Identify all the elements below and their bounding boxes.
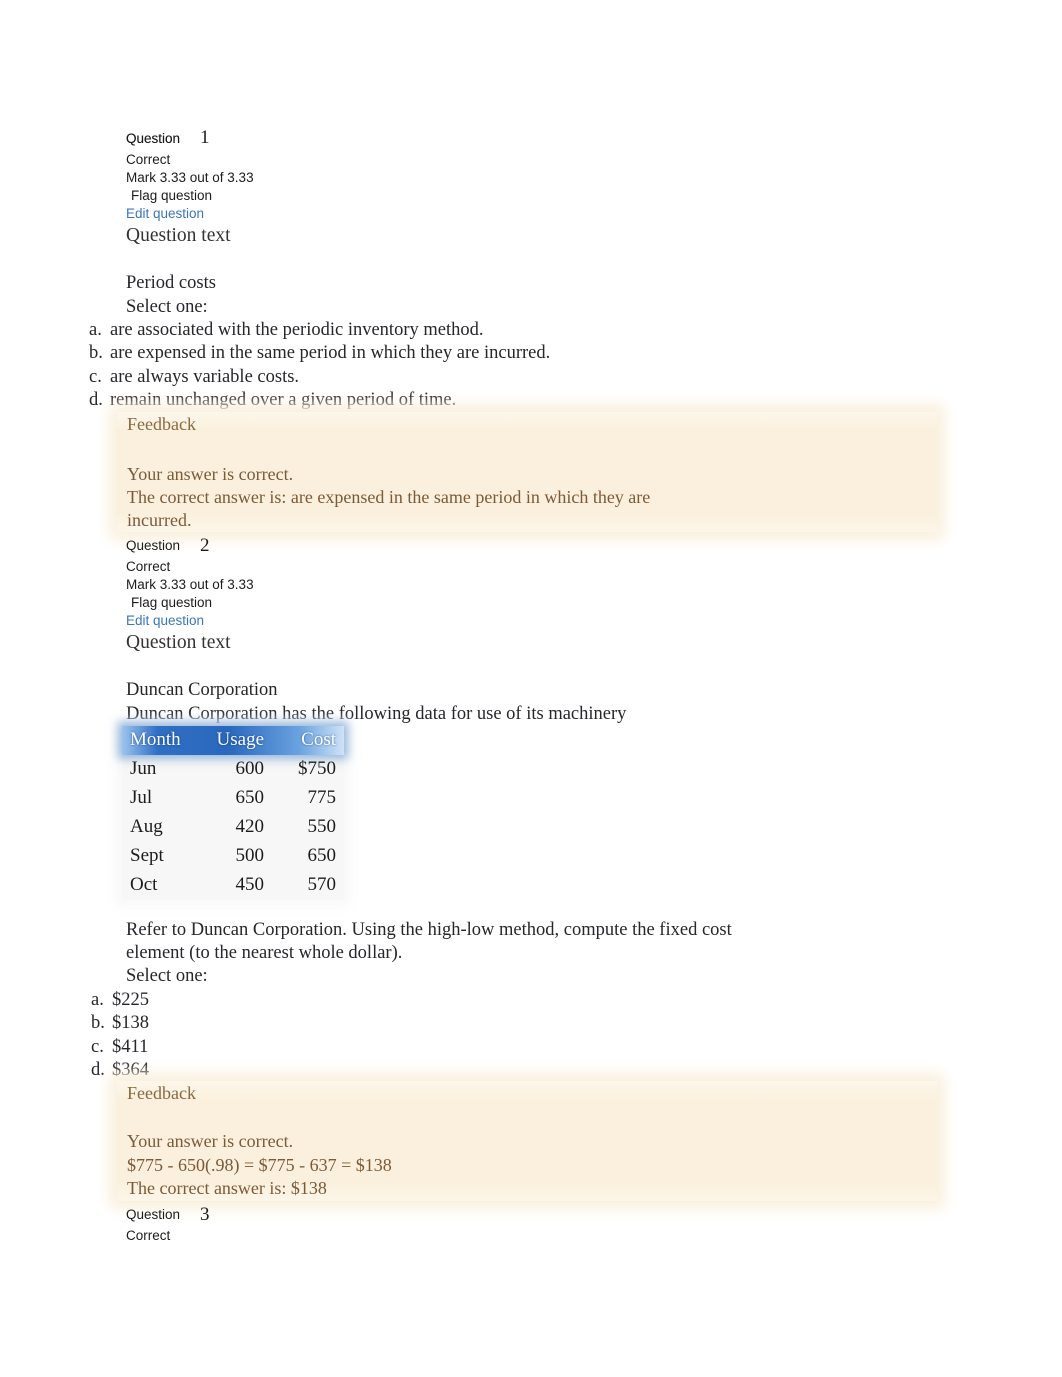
question-number-2: 2 [200,535,210,556]
cell-month: Aug [130,816,163,837]
quiz-review-page: Question Question 1 Correct Mark 3.33 ou… [0,0,1062,1377]
feedback-line-1-1: Your answer is correct. [127,464,294,484]
question-word-2: Question [126,538,181,553]
cell-cost: $750 [298,758,336,779]
cell-month: Jun [130,758,157,779]
option-letter-1d: d. [89,390,103,410]
cell-cost: 775 [307,787,337,808]
cell-month: Jul [130,787,153,808]
option-letter-2c: c. [91,1037,104,1057]
feedback-line-1-3: incurred. [127,510,192,530]
machinery-usage-table: Month Usage Cost Jun 600 $750 Jul 650 77… [122,726,344,900]
option-letter-2b: b. [91,1013,105,1033]
feedback-line-1-2: The correct answer is: are expensed in t… [127,487,651,507]
cell-cost: 650 [307,845,337,866]
cell-usage: 600 [235,758,265,779]
table-header-cost: Cost [301,729,336,750]
question-number-3: 3 [200,1204,210,1225]
edit-question-link-1[interactable]: Edit question [126,207,204,221]
question-word-1: Question [126,131,181,146]
table-header-row: Month Usage Cost [122,726,344,755]
option-letter-1c: c. [89,367,102,387]
flag-question-1[interactable]: Flag question [131,189,212,203]
table-header-month: Month [130,729,181,750]
question-number-1: 1 [200,127,210,148]
cell-usage: 420 [235,816,265,837]
option-text-1d[interactable]: remain unchanged over a given period of … [110,391,456,410]
cell-usage: 450 [235,874,265,895]
table-header-usage: Usage [216,729,264,750]
option-letter-2d: d. [91,1060,105,1080]
question-prompt-2-line1: Refer to Duncan Corporation. Using the h… [126,920,732,940]
question-status-1: Correct [126,152,171,167]
option-text-1c[interactable]: are always variable costs. [110,368,299,387]
feedback-line-2-1: Your answer is correct. [127,1131,294,1151]
option-letter-2a: a. [91,990,104,1010]
cell-month: Oct [130,874,158,895]
option-text-1b[interactable]: are expensed in the same period in which… [110,344,550,363]
table-row: Sept 500 650 [122,842,344,871]
edit-question-link-2[interactable]: Edit question [126,614,204,628]
table-row: Aug 420 550 [122,813,344,842]
cell-cost: 550 [307,816,337,837]
question-text-heading-2: Question text [126,632,231,653]
feedback-line-2-3: The correct answer is: $138 [127,1178,327,1198]
cell-usage: 500 [235,845,265,866]
table-row: Jun 600 $750 [122,755,344,784]
flag-question-2[interactable]: Flag question [131,596,212,610]
question-prompt-2-line2: element (to the nearest whole dollar). [126,943,403,963]
cell-month: Sept [130,845,164,866]
feedback-heading-1: Feedback [127,414,196,434]
stem-intro-2: Duncan Corporation has the following dat… [126,704,627,724]
question-mark-1: Mark 3.33 out of 3.33 [126,170,254,185]
cell-cost: 570 [307,874,337,895]
option-text-2d[interactable]: $364 [112,1061,149,1080]
question-status-3: Correct [126,1228,171,1243]
select-one-label-1: Select one: [126,297,208,317]
table-row: Jul 650 775 [122,784,344,813]
option-text-2a[interactable]: $225 [112,991,149,1010]
cell-usage: 650 [235,787,265,808]
select-one-label-2: Select one: [126,966,208,986]
option-letter-1b: b. [89,343,103,363]
option-text-1a[interactable]: are associated with the periodic invento… [110,321,483,340]
table-row: Oct 450 570 [122,871,344,900]
question-text-heading-1: Question text [126,225,231,246]
question-mark-2: Mark 3.33 out of 3.33 [126,577,254,592]
stem-title-2: Duncan Corporation [126,680,278,700]
option-text-2c[interactable]: $411 [112,1038,148,1057]
question-word-3: Question [126,1207,181,1222]
question-status-2: Correct [126,559,171,574]
feedback-heading-2: Feedback [127,1083,196,1103]
option-text-2b[interactable]: $138 [112,1014,149,1033]
option-letter-1a: a. [89,320,102,340]
feedback-line-2-2: $775 - 650(.98) = $775 - 637 = $138 [127,1155,392,1175]
question-stem-1: Period costs [126,273,216,293]
